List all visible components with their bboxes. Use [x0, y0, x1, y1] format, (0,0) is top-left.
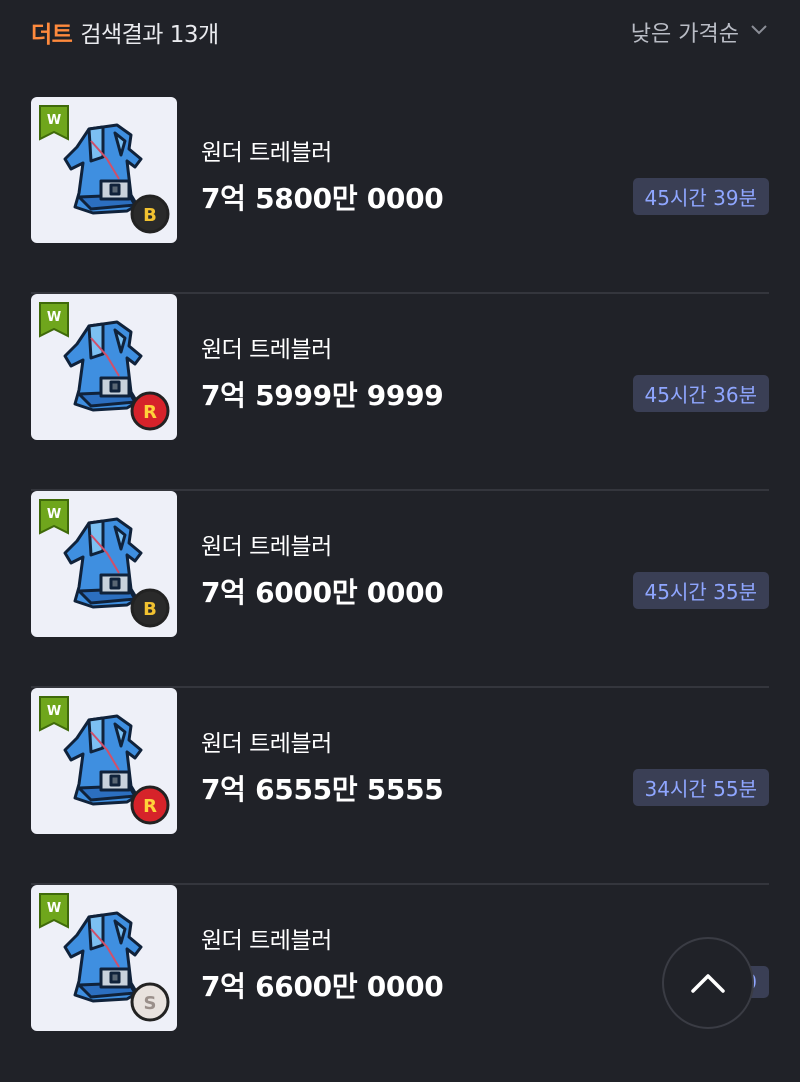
potential-badge-icon: R	[130, 391, 170, 431]
list-item[interactable]: W S 원더 트레블러 7억 6600만 0000	[31, 885, 769, 1082]
item-thumbnail: W R	[31, 688, 177, 834]
svg-text:R: R	[143, 402, 157, 423]
wonder-tag-icon: W	[39, 696, 69, 732]
item-name: 원더 트레블러	[201, 140, 332, 166]
item-thumbnail: W B	[31, 97, 177, 243]
chevron-up-icon	[691, 974, 725, 993]
sort-label: 낮은 가격순	[630, 22, 739, 47]
wonder-tag-icon: W	[39, 893, 69, 929]
time-remaining-badge: 45시간 36분	[632, 375, 769, 412]
scroll-top-button[interactable]	[662, 937, 754, 1029]
svg-text:B: B	[143, 599, 157, 620]
svg-text:S: S	[144, 993, 157, 1014]
item-name: 원더 트레블러	[201, 928, 332, 954]
item-price: 7억 6600만 0000	[201, 970, 444, 1003]
potential-badge-icon: R	[130, 785, 170, 825]
sort-dropdown[interactable]: 낮은 가격순	[631, 16, 769, 48]
wonder-traveler-overall-icon: W B	[39, 499, 170, 628]
search-summary: 더트 검색결과 13개	[31, 15, 219, 49]
wonder-traveler-overall-icon: W R	[39, 696, 170, 825]
svg-text:R: R	[143, 796, 157, 817]
item-name: 원더 트레블러	[201, 534, 332, 560]
svg-text:W: W	[47, 704, 61, 719]
list-item[interactable]: W R 원더 트레블러 7억 6555만 5555 34시간 55분	[31, 688, 769, 885]
svg-text:W: W	[47, 507, 61, 522]
list-item[interactable]: W R 원더 트레블러 7억 5999만 9999 45시간 36분	[31, 294, 769, 491]
item-thumbnail: W B	[31, 491, 177, 637]
time-remaining-badge: 34시간 55분	[632, 769, 769, 806]
potential-badge-icon: B	[130, 194, 170, 234]
item-price: 7억 5999만 9999	[201, 379, 444, 412]
wonder-tag-icon: W	[39, 499, 69, 535]
item-price: 7억 6000만 0000	[201, 576, 444, 609]
item-name: 원더 트레블러	[201, 337, 332, 363]
item-price: 7억 5800만 0000	[201, 182, 444, 215]
chevron-down-icon	[749, 19, 769, 45]
item-name: 원더 트레블러	[201, 731, 332, 757]
search-header: 더트 검색결과 13개 낮은 가격순	[31, 0, 769, 64]
wonder-tag-icon: W	[39, 302, 69, 338]
search-keyword: 더트	[31, 22, 73, 48]
result-count: 검색결과 13개	[80, 22, 219, 48]
wonder-traveler-overall-icon: W R	[39, 302, 170, 431]
svg-text:B: B	[143, 205, 157, 226]
item-thumbnail: W S	[31, 885, 177, 1031]
list-item[interactable]: W B 원더 트레블러 7억 5800만 0000 45시간 39분	[31, 97, 769, 294]
list-item[interactable]: W B 원더 트레블러 7억 6000만 0000 45시간 35분	[31, 491, 769, 688]
potential-badge-icon: S	[130, 982, 170, 1022]
wonder-traveler-overall-icon: W B	[39, 105, 170, 234]
time-remaining-badge: 45시간 39분	[632, 178, 769, 215]
svg-text:W: W	[47, 901, 61, 916]
wonder-tag-icon: W	[39, 105, 69, 141]
svg-text:W: W	[47, 113, 61, 128]
wonder-traveler-overall-icon: W S	[39, 893, 170, 1022]
auction-list: W B 원더 트레블러 7억 5800만 0000 45시간 39분 W R 원…	[31, 97, 769, 1082]
potential-badge-icon: B	[130, 588, 170, 628]
item-thumbnail: W R	[31, 294, 177, 440]
item-price: 7억 6555만 5555	[201, 773, 444, 806]
time-remaining-badge: 45시간 35분	[632, 572, 769, 609]
svg-text:W: W	[47, 310, 61, 325]
